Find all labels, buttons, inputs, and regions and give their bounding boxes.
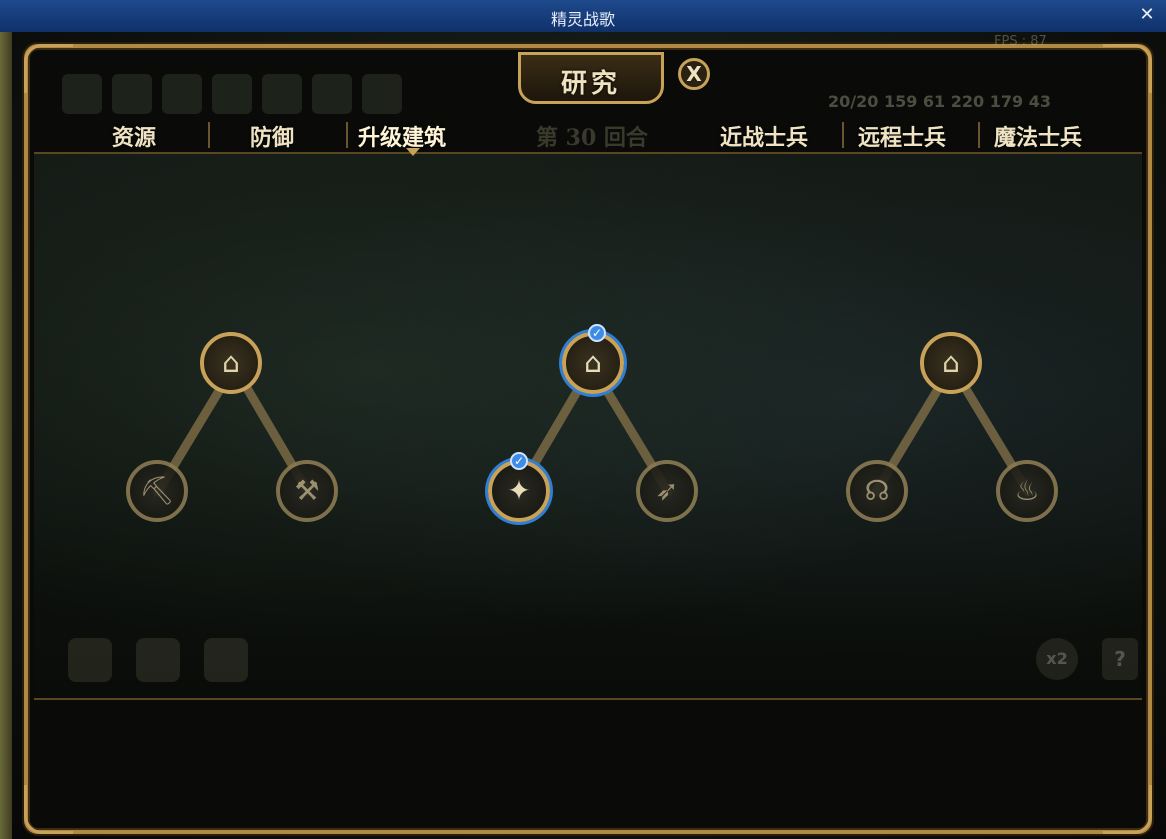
tab-upgrade-buildings[interactable]: 升级建筑	[358, 120, 446, 152]
hammer-pick-icon[interactable]: ⚒	[276, 460, 338, 522]
panel-divider	[34, 698, 1142, 700]
fps-counter: FPS : 87	[994, 34, 1047, 49]
research-panel: FPS : 87 20/20 159 61 220 179 43 研究 X 资源…	[24, 34, 1152, 834]
tab-magic[interactable]: 魔法士兵	[994, 120, 1082, 152]
tools-icon	[68, 638, 112, 682]
tab-resources[interactable]: 资源	[112, 120, 156, 152]
window-title: 精灵战歌	[550, 10, 615, 29]
halo-book-icon[interactable]: ☊	[846, 460, 908, 522]
house-upgrade-icon[interactable]: ⌂	[200, 332, 262, 394]
tab-divider	[208, 122, 210, 148]
fire-book-icon[interactable]: ♨	[996, 460, 1058, 522]
tab-defense[interactable]: 防御	[250, 120, 294, 152]
tab-melee[interactable]: 近战士兵	[720, 120, 808, 152]
hud-bottom-icons	[68, 638, 248, 682]
tab-underline	[34, 152, 1142, 154]
round-counter: 第 30 回合	[536, 125, 648, 151]
ornament-corner	[24, 785, 73, 834]
tab-divider	[346, 122, 348, 148]
window-titlebar: 精灵战歌 ✕	[0, 0, 1166, 33]
helmet-icon	[136, 638, 180, 682]
ability-icon	[262, 74, 302, 114]
panel-title: 研究	[560, 69, 621, 99]
bow-arrow-icon[interactable]: ➶	[636, 460, 698, 522]
ability-icon	[62, 74, 102, 114]
active-tab-caret	[406, 148, 420, 156]
hud-resource-counts: 20/20 159 61 220 179 43	[828, 92, 1051, 111]
tab-ranged[interactable]: 远程士兵	[858, 120, 946, 152]
hud-ability-icons	[62, 74, 402, 114]
game-map-edge	[0, 32, 12, 839]
house-magic-upgrade-icon[interactable]: ⌂	[920, 332, 982, 394]
panel-title-plaque: 研究	[518, 52, 664, 104]
shield-pickaxe-icon[interactable]: ⛏	[126, 460, 188, 522]
window-close-icon[interactable]: ✕	[1136, 4, 1158, 26]
tab-divider	[842, 122, 844, 148]
ability-icon	[162, 74, 202, 114]
ability-icon	[112, 74, 152, 114]
speed-x2-button: x2	[1036, 638, 1078, 680]
ability-icon	[362, 74, 402, 114]
ornament-corner	[1103, 44, 1152, 93]
potion-icon	[204, 638, 248, 682]
researched-check-icon: ✓	[510, 452, 528, 470]
ornament-corner	[1103, 785, 1152, 834]
close-button[interactable]: X	[678, 58, 710, 90]
researched-check-icon: ✓	[588, 324, 606, 342]
tab-divider	[978, 122, 980, 148]
ability-icon	[312, 74, 352, 114]
research-background	[34, 152, 1142, 698]
help-icon: ?	[1102, 638, 1138, 680]
ability-icon	[212, 74, 252, 114]
